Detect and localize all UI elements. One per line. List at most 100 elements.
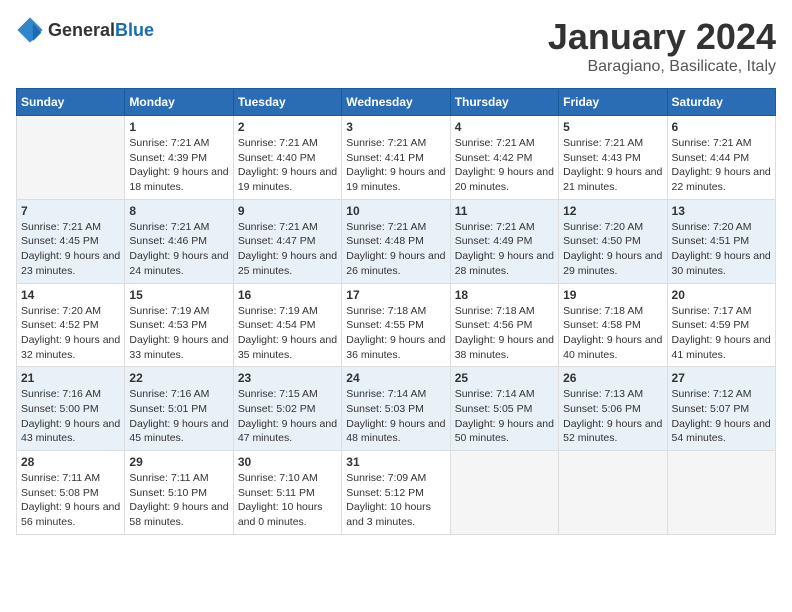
day-number: 12	[563, 204, 662, 218]
day-detail: Sunrise: 7:16 AM Sunset: 5:00 PM Dayligh…	[21, 387, 120, 446]
day-number: 9	[238, 204, 337, 218]
weekday-header-row: SundayMondayTuesdayWednesdayThursdayFrid…	[17, 89, 776, 116]
weekday-header-monday: Monday	[125, 89, 233, 116]
day-detail: Sunrise: 7:19 AM Sunset: 4:54 PM Dayligh…	[238, 304, 337, 363]
day-detail: Sunrise: 7:18 AM Sunset: 4:56 PM Dayligh…	[455, 304, 554, 363]
day-detail: Sunrise: 7:21 AM Sunset: 4:41 PM Dayligh…	[346, 136, 445, 195]
week-row-4: 21Sunrise: 7:16 AM Sunset: 5:00 PM Dayli…	[17, 367, 776, 451]
day-detail: Sunrise: 7:21 AM Sunset: 4:47 PM Dayligh…	[238, 220, 337, 279]
calendar-cell: 17 Sunrise: 7:18 AM Sunset: 4:55 PM Dayli…	[342, 283, 450, 367]
logo: GeneralBlue	[16, 16, 154, 44]
day-detail: Sunrise: 7:09 AM Sunset: 5:12 PM Dayligh…	[346, 471, 445, 530]
day-detail: Sunrise: 7:14 AM Sunset: 5:03 PM Dayligh…	[346, 387, 445, 446]
day-detail: Sunrise: 7:21 AM Sunset: 4:45 PM Dayligh…	[21, 220, 120, 279]
calendar-cell: 9 Sunrise: 7:21 AM Sunset: 4:47 PM Daylig…	[233, 199, 341, 283]
calendar-cell: 4 Sunrise: 7:21 AM Sunset: 4:42 PM Daylig…	[450, 116, 558, 200]
calendar-cell: 26Sunrise: 7:13 AM Sunset: 5:06 PM Dayli…	[559, 367, 667, 451]
calendar-cell: 15 Sunrise: 7:19 AM Sunset: 4:53 PM Dayli…	[125, 283, 233, 367]
day-number: 8	[129, 204, 228, 218]
day-number: 30	[238, 455, 337, 469]
day-number: 16	[238, 288, 337, 302]
logo-text-blue: Blue	[115, 20, 154, 40]
day-number: 2	[238, 120, 337, 134]
day-number: 31	[346, 455, 445, 469]
day-number: 10	[346, 204, 445, 218]
day-detail: Sunrise: 7:10 AM Sunset: 5:11 PM Dayligh…	[238, 471, 337, 530]
weekday-header-sunday: Sunday	[17, 89, 125, 116]
day-number: 3	[346, 120, 445, 134]
calendar-cell: 22 Sunrise: 7:16 AM Sunset: 5:01 PM Dayli…	[125, 367, 233, 451]
calendar-cell: 31 Sunrise: 7:09 AM Sunset: 5:12 PM Dayli…	[342, 451, 450, 535]
day-detail: Sunrise: 7:18 AM Sunset: 4:55 PM Dayligh…	[346, 304, 445, 363]
day-number: 11	[455, 204, 554, 218]
calendar-cell: 7 Sunrise: 7:21 AM Sunset: 4:45 PM Daylig…	[17, 199, 125, 283]
calendar-cell: 29Sunrise: 7:11 AM Sunset: 5:10 PM Dayli…	[125, 451, 233, 535]
logo-icon	[16, 16, 44, 44]
calendar-cell: 13 Sunrise: 7:20 AM Sunset: 4:51 PM Dayli…	[667, 199, 775, 283]
calendar-cell: 14 Sunrise: 7:20 AM Sunset: 4:52 PM Dayli…	[17, 283, 125, 367]
day-detail: Sunrise: 7:21 AM Sunset: 4:49 PM Dayligh…	[455, 220, 554, 279]
day-detail: Sunrise: 7:21 AM Sunset: 4:40 PM Dayligh…	[238, 136, 337, 195]
day-number: 1	[129, 120, 228, 134]
calendar-cell: 24 Sunrise: 7:14 AM Sunset: 5:03 PM Dayli…	[342, 367, 450, 451]
day-detail: Sunrise: 7:19 AM Sunset: 4:53 PM Dayligh…	[129, 304, 228, 363]
day-detail: Sunrise: 7:17 AM Sunset: 4:59 PM Dayligh…	[672, 304, 771, 363]
day-number: 26	[563, 371, 662, 385]
day-number: 29	[129, 455, 228, 469]
week-row-1: 1 Sunrise: 7:21 AM Sunset: 4:39 PM Daylig…	[17, 116, 776, 200]
calendar-cell	[559, 451, 667, 535]
day-detail: Sunrise: 7:20 AM Sunset: 4:51 PM Dayligh…	[672, 220, 771, 279]
week-row-5: 28 Sunrise: 7:11 AM Sunset: 5:08 PM Dayli…	[17, 451, 776, 535]
calendar-cell: 3 Sunrise: 7:21 AM Sunset: 4:41 PM Daylig…	[342, 116, 450, 200]
calendar-cell	[17, 116, 125, 200]
day-number: 7	[21, 204, 120, 218]
calendar-cell	[450, 451, 558, 535]
day-detail: Sunrise: 7:15 AM Sunset: 5:02 PM Dayligh…	[238, 387, 337, 446]
day-detail: Sunrise: 7:21 AM Sunset: 4:48 PM Dayligh…	[346, 220, 445, 279]
day-number: 17	[346, 288, 445, 302]
calendar-cell: 25Sunrise: 7:14 AM Sunset: 5:05 PM Dayli…	[450, 367, 558, 451]
day-number: 23	[238, 371, 337, 385]
weekday-header-tuesday: Tuesday	[233, 89, 341, 116]
day-number: 28	[21, 455, 120, 469]
calendar-cell: 6Sunrise: 7:21 AM Sunset: 4:44 PM Daylig…	[667, 116, 775, 200]
day-detail: Sunrise: 7:21 AM Sunset: 4:44 PM Dayligh…	[672, 136, 771, 195]
day-detail: Sunrise: 7:21 AM Sunset: 4:42 PM Dayligh…	[455, 136, 554, 195]
logo-text-general: General	[48, 20, 115, 40]
calendar-cell: 5Sunrise: 7:21 AM Sunset: 4:43 PM Daylig…	[559, 116, 667, 200]
calendar-cell: 20 Sunrise: 7:17 AM Sunset: 4:59 PM Dayli…	[667, 283, 775, 367]
sub-title: Baragiano, Basilicate, Italy	[548, 58, 776, 76]
day-number: 5	[563, 120, 662, 134]
day-detail: Sunrise: 7:12 AM Sunset: 5:07 PM Dayligh…	[672, 387, 771, 446]
calendar-cell: 10 Sunrise: 7:21 AM Sunset: 4:48 PM Dayli…	[342, 199, 450, 283]
calendar-table: SundayMondayTuesdayWednesdayThursdayFrid…	[16, 88, 776, 535]
day-number: 22	[129, 371, 228, 385]
calendar-cell: 2 Sunrise: 7:21 AM Sunset: 4:40 PM Daylig…	[233, 116, 341, 200]
day-number: 20	[672, 288, 771, 302]
week-row-3: 14 Sunrise: 7:20 AM Sunset: 4:52 PM Dayli…	[17, 283, 776, 367]
day-detail: Sunrise: 7:21 AM Sunset: 4:39 PM Dayligh…	[129, 136, 228, 195]
day-detail: Sunrise: 7:16 AM Sunset: 5:01 PM Dayligh…	[129, 387, 228, 446]
calendar-cell: 16 Sunrise: 7:19 AM Sunset: 4:54 PM Dayli…	[233, 283, 341, 367]
day-detail: Sunrise: 7:18 AM Sunset: 4:58 PM Dayligh…	[563, 304, 662, 363]
calendar-cell: 23 Sunrise: 7:15 AM Sunset: 5:02 PM Dayli…	[233, 367, 341, 451]
day-number: 4	[455, 120, 554, 134]
weekday-header-wednesday: Wednesday	[342, 89, 450, 116]
calendar-cell: 27 Sunrise: 7:12 AM Sunset: 5:07 PM Dayli…	[667, 367, 775, 451]
calendar-cell: 8 Sunrise: 7:21 AM Sunset: 4:46 PM Daylig…	[125, 199, 233, 283]
day-detail: Sunrise: 7:21 AM Sunset: 4:46 PM Dayligh…	[129, 220, 228, 279]
day-detail: Sunrise: 7:20 AM Sunset: 4:52 PM Dayligh…	[21, 304, 120, 363]
day-number: 27	[672, 371, 771, 385]
weekday-header-saturday: Saturday	[667, 89, 775, 116]
calendar-cell: 30 Sunrise: 7:10 AM Sunset: 5:11 PM Dayli…	[233, 451, 341, 535]
day-number: 13	[672, 204, 771, 218]
calendar-cell: 1 Sunrise: 7:21 AM Sunset: 4:39 PM Daylig…	[125, 116, 233, 200]
day-detail: Sunrise: 7:14 AM Sunset: 5:05 PM Dayligh…	[455, 387, 554, 446]
day-detail: Sunrise: 7:11 AM Sunset: 5:08 PM Dayligh…	[21, 471, 120, 530]
calendar-cell	[667, 451, 775, 535]
day-number: 14	[21, 288, 120, 302]
day-number: 15	[129, 288, 228, 302]
calendar-cell: 28 Sunrise: 7:11 AM Sunset: 5:08 PM Dayli…	[17, 451, 125, 535]
weekday-header-thursday: Thursday	[450, 89, 558, 116]
day-number: 24	[346, 371, 445, 385]
